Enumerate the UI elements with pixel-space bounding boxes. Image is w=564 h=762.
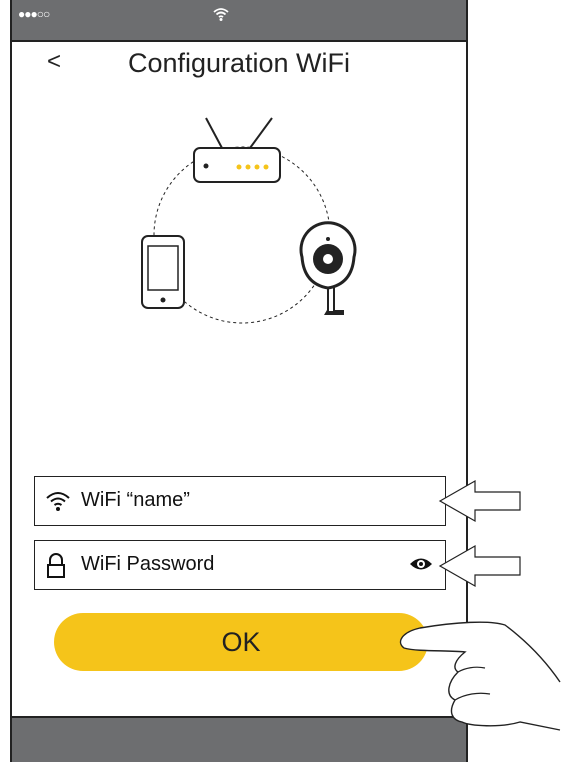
phone-frame: ●●●○○ Configuration WiFi < WiFi “name” W… [10,0,468,762]
wifi-name-value: WiFi “name” [81,489,190,511]
nav-bar: Configuration WiFi < [12,42,466,98]
wifi-name-field[interactable]: WiFi “name” [34,476,446,526]
wifi-password-field[interactable]: WiFi Password [34,540,446,590]
back-button[interactable]: < [42,48,66,76]
bottom-bar [12,716,466,762]
signal-strength: ●●●○○ [18,7,50,21]
status-bar: ●●●○○ [12,0,466,42]
eye-icon[interactable] [409,556,433,577]
lock-icon [45,553,67,584]
camera-icon [299,221,357,315]
wifi-icon [212,6,230,27]
page-title: Configuration WiFi [127,48,351,78]
wifi-password-value: WiFi Password [81,553,215,575]
smartphone-icon [141,235,185,309]
wifi-icon [45,489,71,518]
wifi-setup-illustration [122,112,362,332]
ok-button[interactable]: OK [54,613,428,671]
router-icon [193,117,281,183]
